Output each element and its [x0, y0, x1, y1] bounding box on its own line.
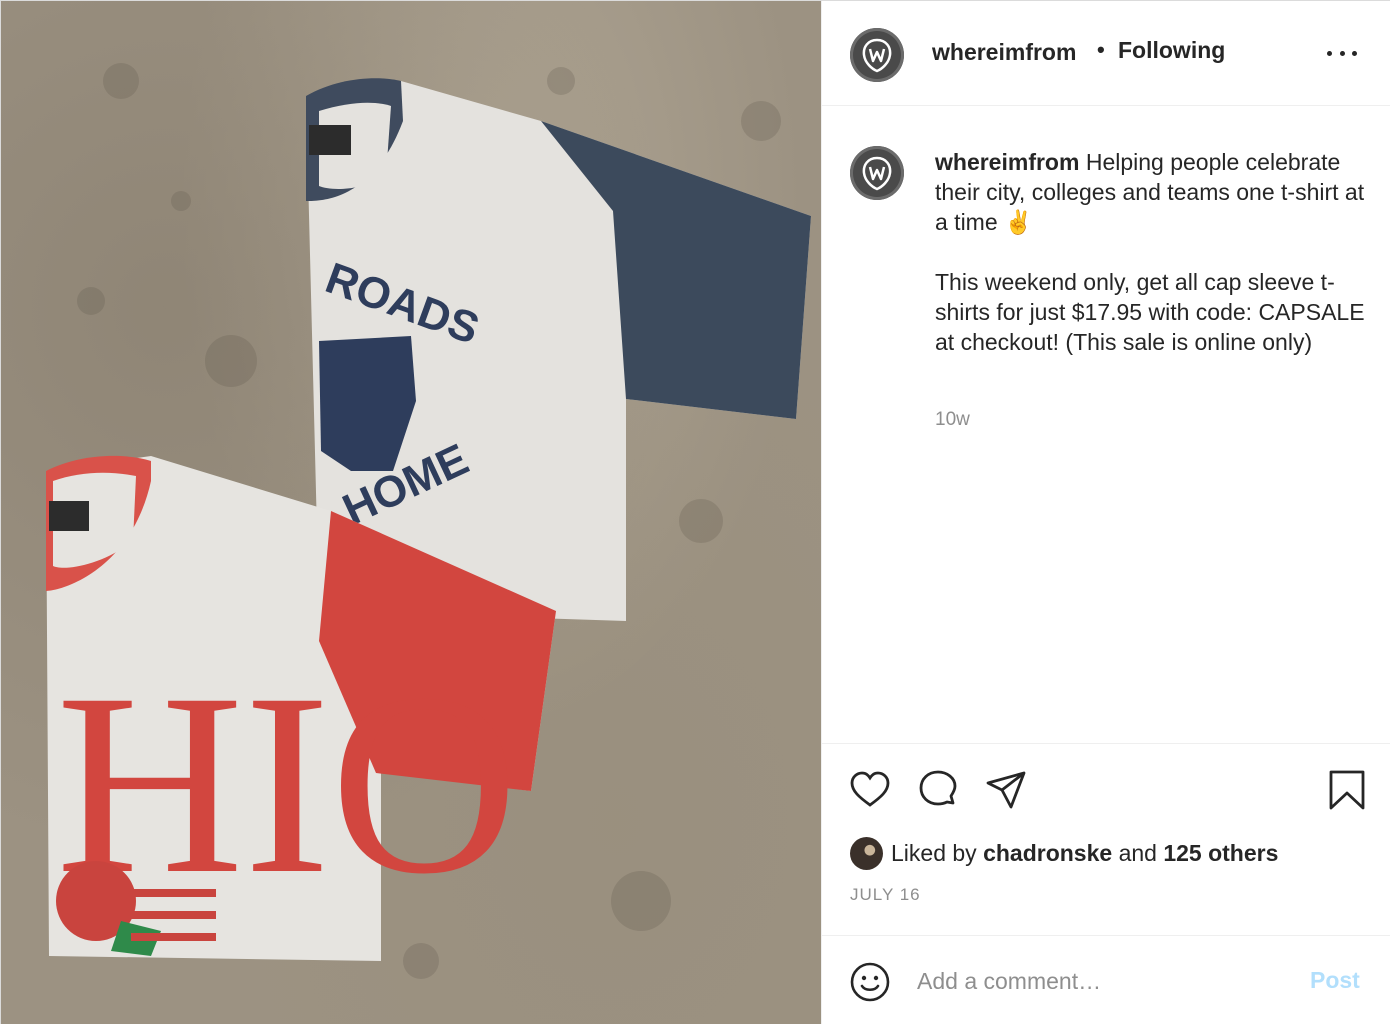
heart-icon[interactable] [849, 769, 891, 811]
post-header: whereimfrom • Following [822, 1, 1390, 106]
caption-line-2: This weekend only, get all cap sleeve t-… [935, 269, 1365, 355]
header-separator: • [1097, 37, 1105, 62]
liked-prefix: Liked by [891, 840, 977, 866]
instagram-post: ROADS HOME HIO whereimfrom • Following w… [0, 0, 1390, 1024]
share-icon[interactable] [985, 769, 1027, 811]
brand-logo-icon[interactable] [850, 28, 904, 82]
liked-user[interactable]: chadronske [983, 840, 1112, 866]
likes-summary[interactable]: Liked by chadronske and 125 others [891, 840, 1278, 867]
post-date[interactable]: JULY 16 [850, 885, 921, 905]
post-details-pane: whereimfrom • Following whereimfrom Help… [821, 1, 1390, 1024]
caption-area: whereimfrom Helping people celebrate the… [822, 107, 1390, 743]
caption-text: whereimfrom Helping people celebrate the… [935, 147, 1365, 357]
comment-bar: Post [822, 935, 1390, 1024]
liked-and: and [1118, 840, 1157, 866]
following-button[interactable]: Following [1118, 37, 1225, 64]
bookmark-icon[interactable] [1326, 769, 1368, 811]
more-options-icon[interactable] [1327, 41, 1357, 65]
header-username[interactable]: whereimfrom [932, 39, 1076, 66]
post-comment-button[interactable]: Post [1310, 967, 1360, 994]
post-age[interactable]: 10w [935, 409, 970, 431]
smiley-icon[interactable] [849, 961, 891, 1003]
liker-avatar[interactable] [850, 837, 883, 870]
comment-icon[interactable] [917, 769, 959, 811]
post-photo[interactable]: ROADS HOME HIO [1, 1, 821, 1024]
brand-logo-icon[interactable] [850, 146, 904, 200]
actions-area: Liked by chadronske and 125 others JULY … [822, 743, 1390, 935]
comment-input[interactable] [917, 962, 1297, 1000]
tshirts-illustration: ROADS HOME HIO [46, 63, 811, 979]
liked-others[interactable]: 125 others [1163, 840, 1278, 866]
caption-username[interactable]: whereimfrom [935, 149, 1079, 175]
